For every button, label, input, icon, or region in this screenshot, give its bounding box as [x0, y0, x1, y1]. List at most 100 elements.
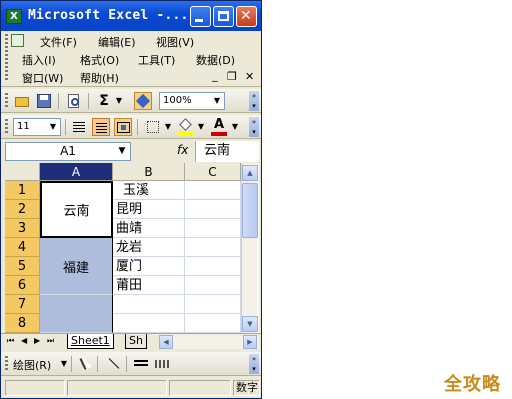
chevron-down-icon[interactable]: ▼: [230, 118, 240, 136]
last-sheet-icon[interactable]: ⏭: [47, 336, 54, 346]
cell-c8[interactable]: [185, 314, 241, 333]
merge-center-icon[interactable]: [114, 118, 132, 136]
chevron-down-icon[interactable]: ▼: [114, 92, 124, 110]
toolbar-grip[interactable]: [5, 356, 8, 372]
sheet-tab[interactable]: Sh: [125, 334, 147, 349]
borders-icon[interactable]: [144, 118, 162, 136]
font-color-icon[interactable]: A: [210, 117, 228, 136]
chevron-down-icon[interactable]: ▼: [196, 118, 206, 136]
minimize-button[interactable]: [190, 6, 211, 27]
font-size-select[interactable]: 11 ▼: [13, 118, 61, 136]
chevron-down-icon[interactable]: ▼: [47, 120, 59, 134]
doc-close-button[interactable]: ✕: [245, 70, 254, 83]
column-header-b[interactable]: B: [113, 163, 185, 181]
close-button[interactable]: ✕: [236, 6, 257, 27]
next-sheet-icon[interactable]: ▶: [34, 336, 40, 345]
scroll-down-icon[interactable]: ▼: [242, 316, 258, 332]
scroll-thumb[interactable]: [242, 183, 258, 238]
menu-file[interactable]: 文件(F): [40, 34, 77, 50]
cell-a7[interactable]: [40, 295, 113, 333]
row-header[interactable]: 7: [5, 295, 40, 314]
menu-insert[interactable]: 插入(I): [22, 52, 56, 68]
menu-data[interactable]: 数据(D): [196, 52, 235, 68]
cell-c3[interactable]: [185, 219, 241, 238]
scroll-left-icon[interactable]: ◀: [159, 335, 173, 349]
column-header-c[interactable]: C: [185, 163, 241, 181]
select-all-corner[interactable]: [5, 163, 40, 181]
cell-c4[interactable]: [185, 238, 241, 257]
cell-b4[interactable]: 龙岩: [113, 238, 185, 257]
draw-menu-button[interactable]: 绘图(R): [13, 357, 51, 373]
toolbar-grip[interactable]: [5, 93, 8, 109]
doc-restore-button[interactable]: ❐: [227, 70, 237, 83]
first-sheet-icon[interactable]: ⏮: [7, 336, 14, 346]
cell-b6[interactable]: 莆田: [113, 276, 185, 295]
merged-cell-a1[interactable]: 云南: [40, 181, 113, 238]
menu-help[interactable]: 帮助(H): [80, 70, 119, 86]
cell-b8[interactable]: [113, 314, 185, 333]
row-header[interactable]: 4: [5, 238, 40, 257]
scroll-right-icon[interactable]: ▶: [243, 335, 257, 349]
cell-b2[interactable]: 昆明: [113, 200, 185, 219]
cell-c5[interactable]: [185, 257, 241, 276]
fill-color-icon[interactable]: [177, 118, 195, 136]
scroll-up-icon[interactable]: ▲: [242, 165, 258, 181]
menu-edit[interactable]: 编辑(E): [98, 34, 136, 50]
align-center-icon[interactable]: [92, 118, 110, 136]
line-icon[interactable]: [104, 355, 122, 373]
menu-view[interactable]: 视图(V): [156, 34, 194, 50]
cell-c6[interactable]: [185, 276, 241, 295]
prev-sheet-icon[interactable]: ◀: [21, 336, 27, 345]
cell-c7[interactable]: [185, 295, 241, 314]
row-header[interactable]: 5: [5, 257, 40, 276]
row-header[interactable]: 2: [5, 200, 40, 219]
drawing-toggle-icon[interactable]: [134, 92, 152, 110]
chevron-down-icon[interactable]: ▼: [115, 144, 129, 159]
insert-function-icon[interactable]: fx: [177, 143, 188, 157]
row-header[interactable]: 8: [5, 314, 40, 333]
menu-format[interactable]: 格式(O): [80, 52, 119, 68]
cell-c2[interactable]: [185, 200, 241, 219]
excel-app-icon[interactable]: X: [6, 9, 22, 24]
zoom-select[interactable]: 100% ▼: [159, 92, 225, 110]
vertical-scrollbar[interactable]: ▲ ▼: [241, 163, 258, 333]
cell-b1[interactable]: 玉溪: [113, 181, 185, 200]
cell-b5[interactable]: 厦门: [113, 257, 185, 276]
doc-minimize-button[interactable]: _: [212, 69, 218, 82]
maximize-icon: [218, 11, 229, 21]
document-icon[interactable]: [11, 34, 24, 47]
row-header[interactable]: 3: [5, 219, 40, 238]
cell-c1[interactable]: [185, 181, 241, 200]
cell-b7[interactable]: [113, 295, 185, 314]
menu-tools[interactable]: 工具(T): [138, 52, 175, 68]
horizontal-scrollbar[interactable]: ◀ ▶: [159, 335, 259, 349]
menu-window[interactable]: 窗口(W): [22, 70, 63, 86]
toolbar-grip[interactable]: [5, 119, 8, 135]
chevron-down-icon[interactable]: ▼: [163, 118, 173, 136]
title-bar[interactable]: X Microsoft Excel -... ✕: [1, 1, 261, 31]
menu-grip[interactable]: [5, 34, 8, 82]
save-icon[interactable]: [35, 92, 53, 110]
row-header[interactable]: 1: [5, 181, 40, 200]
toolbar-options-chevron[interactable]: » ▾: [249, 354, 259, 374]
select-objects-icon[interactable]: [75, 355, 93, 373]
maximize-button[interactable]: [213, 6, 234, 27]
dash-style-icon[interactable]: [153, 355, 171, 373]
line-style-icon[interactable]: [132, 355, 150, 373]
toolbar-options-chevron[interactable]: » ▾: [249, 117, 259, 137]
chevron-down-icon[interactable]: ▼: [59, 355, 69, 373]
autosum-icon[interactable]: Σ: [95, 92, 113, 110]
align-left-icon[interactable]: [70, 118, 88, 136]
row-header[interactable]: 6: [5, 276, 40, 295]
open-folder-icon[interactable]: [13, 92, 31, 110]
column-header-a[interactable]: A: [40, 163, 113, 181]
cell-b3[interactable]: 曲靖: [113, 219, 185, 238]
name-box[interactable]: A1 ▼: [5, 142, 131, 161]
sheet-tab-active[interactable]: Sheet1: [67, 334, 114, 349]
toolbar-options-chevron[interactable]: » ▾: [249, 91, 259, 111]
print-preview-icon[interactable]: [65, 92, 83, 110]
chevron-down-icon[interactable]: ▼: [211, 94, 223, 108]
worksheet-grid[interactable]: A B C 1 2 3 4 5 6 7 8 云南 福建 玉溪 昆明 曲靖 龙岩 …: [5, 163, 259, 333]
merged-cell-a4[interactable]: 福建: [40, 238, 113, 295]
formula-input[interactable]: 云南: [195, 141, 259, 162]
